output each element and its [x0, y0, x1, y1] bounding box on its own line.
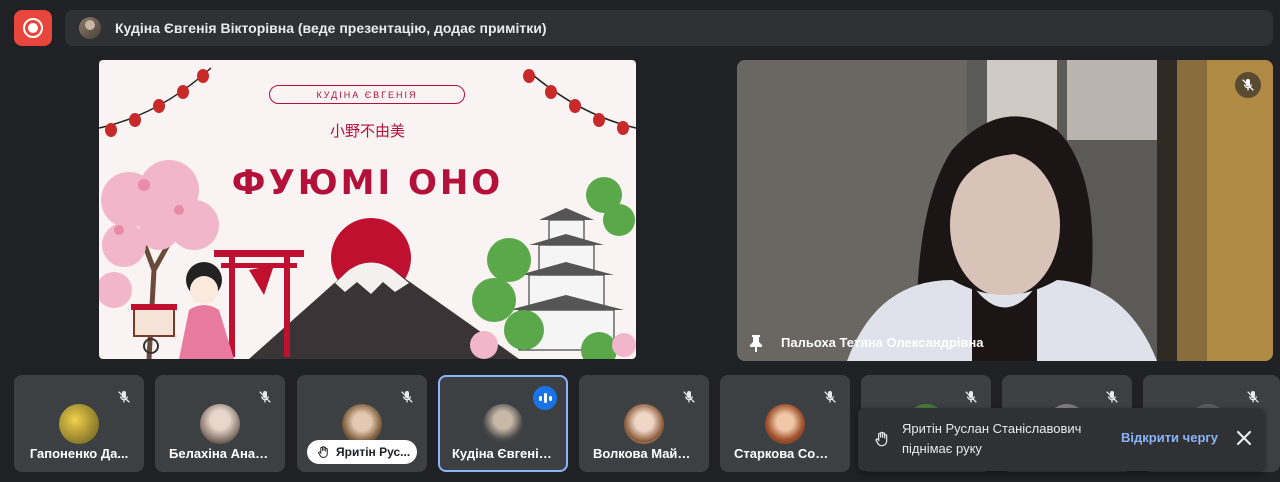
participant-tile-active[interactable]: Кудіна Євгенія...	[438, 375, 568, 472]
pin-icon[interactable]	[749, 334, 763, 352]
raised-hand-icon	[875, 431, 888, 447]
presenter-bar[interactable]: Кудіна Євгенія Вікторівна (веде презента…	[65, 10, 1273, 46]
participant-tile[interactable]: Старкова Софі...	[720, 375, 850, 472]
camera-video	[737, 60, 1273, 361]
speaking-indicator-icon	[533, 386, 557, 410]
mic-off-icon	[820, 387, 840, 407]
mic-off-icon	[114, 387, 134, 407]
participant-name: Гапоненко Да...	[29, 446, 129, 461]
mic-off-icon	[1235, 72, 1261, 98]
participant-tile[interactable]: Белахіна Анас...	[155, 375, 285, 472]
raised-hand-icon	[318, 446, 328, 458]
participant-tile[interactable]: Яритін Рус...	[297, 375, 427, 472]
camera-participant-name: Пальоха Тетяна Олександрівна	[781, 335, 984, 350]
toast-line-1: Яритін Руслан Станіславович	[902, 421, 1082, 436]
main-camera-tile[interactable]: Пальоха Тетяна Олександрівна	[737, 60, 1273, 361]
avatar	[765, 404, 805, 444]
avatar	[200, 404, 240, 444]
toast-line-2: піднімає руку	[902, 441, 982, 456]
raised-hand-badge: Яритін Рус...	[307, 440, 417, 464]
participant-name: Волкова Майя ...	[593, 446, 695, 461]
participant-name: Белахіна Анас...	[169, 446, 271, 461]
avatar	[624, 404, 664, 444]
mic-off-icon	[961, 387, 981, 407]
record-button[interactable]	[14, 10, 52, 46]
record-icon	[23, 18, 43, 38]
slide-kanji: 小野不由美	[329, 122, 405, 140]
raised-hand-toast: Яритін Руслан Станіславович піднімає рук…	[858, 408, 1264, 471]
avatar	[342, 404, 382, 444]
avatar	[483, 404, 523, 444]
slide-name-pill: КУДІНА ЄВГЕНІЯ	[269, 85, 465, 104]
participant-tile[interactable]: Волкова Майя ...	[579, 375, 709, 472]
slide-title: ФУЮМІ ОНО	[231, 163, 504, 203]
mic-off-icon	[397, 387, 417, 407]
raised-hand-name: Яритін Рус...	[336, 445, 411, 459]
toast-message: Яритін Руслан Станіславович піднімає рук…	[902, 419, 1102, 459]
mic-off-icon	[255, 387, 275, 407]
mic-off-icon	[1102, 387, 1122, 407]
participant-name: Старкова Софі...	[734, 446, 836, 461]
participant-name: Кудіна Євгенія...	[452, 446, 554, 461]
close-icon[interactable]	[1234, 428, 1254, 448]
mic-off-icon	[679, 387, 699, 407]
presenter-avatar	[79, 17, 101, 39]
presentation-slide: КУДІНА ЄВГЕНІЯ 小野不由美 ФУЮМІ ОНО	[99, 60, 636, 359]
open-queue-button[interactable]: Відкрити чергу	[1121, 430, 1218, 445]
avatar	[59, 404, 99, 444]
presenter-text: Кудіна Євгенія Вікторівна (веде презента…	[115, 20, 547, 36]
participant-tile[interactable]: Гапоненко Да...	[14, 375, 144, 472]
mic-off-icon	[1243, 387, 1263, 407]
slide-artwork	[99, 67, 636, 359]
